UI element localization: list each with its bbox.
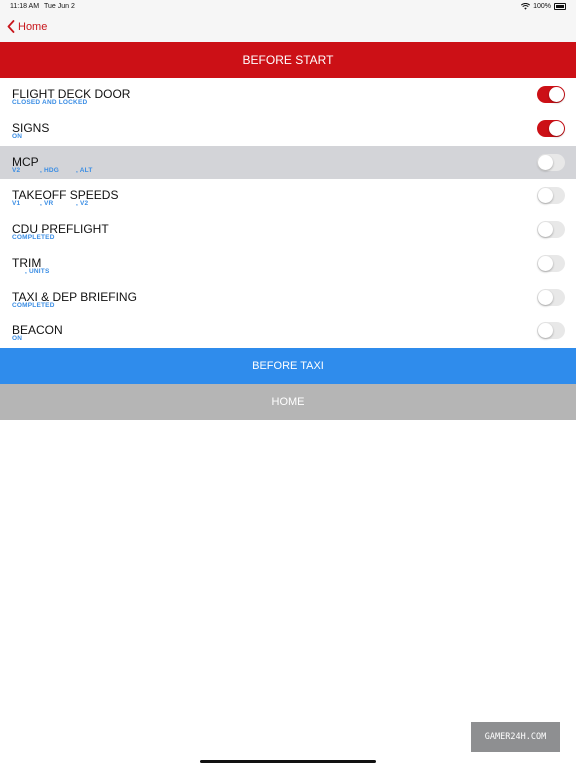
checklist-item-value: CLOSED AND LOCKED [12, 99, 88, 106]
checklist-toggle[interactable] [537, 153, 565, 171]
checklist-item-value: COMPLETED [12, 234, 55, 241]
checklist-item-value: V2 [12, 166, 21, 174]
toggle-knob [538, 289, 553, 305]
wifi-icon [521, 3, 531, 10]
status-date: Tue Jun 2 [44, 3, 75, 10]
checklist-toggle[interactable] [537, 288, 565, 306]
chevron-left-icon [7, 20, 15, 33]
checklist-toggle[interactable] [537, 187, 565, 205]
back-button[interactable]: Home [7, 20, 47, 33]
checklist-row[interactable]: TAXI & DEP BRIEFING COMPLETED [0, 281, 576, 314]
toggle-knob [538, 222, 553, 237]
navigation-bar: Home [0, 14, 576, 42]
checklist-row[interactable]: CDU PREFLIGHT COMPLETED [0, 213, 576, 246]
toggle-knob [538, 188, 553, 204]
checklist-row[interactable]: TRIM, UNITS [0, 247, 576, 280]
checklist-item-value: , UNITS [25, 267, 50, 275]
watermark-text: GAMER24H.COM [484, 732, 547, 742]
checklist-row[interactable]: SIGNS ON [0, 112, 576, 145]
checklist-item-value: , VR [40, 200, 54, 208]
checklist-item-value: , HDG [40, 166, 60, 174]
status-right: 100% [521, 3, 566, 10]
watermark: GAMER24H.COM [471, 722, 560, 752]
checklist-row[interactable]: TAKEOFF SPEEDS V1 , VR , V2 [0, 179, 576, 212]
home-button[interactable]: HOME [0, 384, 576, 420]
section-title: BEFORE START [242, 53, 334, 67]
checklist-item-value: ON [12, 335, 23, 343]
toggle-knob [538, 323, 553, 339]
battery-percent: 100% [533, 3, 551, 10]
checklist-toggle[interactable] [537, 119, 565, 137]
back-label: Home [18, 20, 48, 33]
status-time: 11:18 AM [10, 3, 40, 10]
home-label: HOME [271, 396, 305, 408]
checklist-item-value: ON [12, 132, 23, 140]
checklist-item-value: COMPLETED [12, 301, 55, 309]
checklist-toggle[interactable] [537, 322, 565, 340]
checklist-item-value: , V2 [76, 200, 89, 208]
status-bar: 11:18 AM Tue Jun 2 100% [0, 0, 576, 14]
before-taxi-label: BEFORE TAXI [252, 360, 324, 372]
checklist-item-value: , ALT [76, 166, 93, 174]
before-taxi-button[interactable]: BEFORE TAXI [0, 348, 576, 384]
checklist-item-title: TAKEOFF SPEEDS [12, 188, 119, 203]
checklist-toggle[interactable] [537, 86, 565, 103]
section-header: BEFORE START [0, 42, 576, 78]
checklist-row[interactable]: MCP V2, HDG, ALT [0, 145, 576, 179]
checklist-toggle[interactable] [537, 254, 565, 272]
toggle-knob [538, 255, 553, 271]
checklist-row[interactable]: BEACON ON [0, 314, 576, 347]
checklist-toggle[interactable] [537, 221, 565, 238]
toggle-knob [538, 154, 553, 170]
toggle-knob [549, 87, 564, 102]
battery-icon [554, 3, 566, 10]
home-indicator[interactable] [200, 760, 376, 763]
toggle-knob [549, 120, 564, 136]
checklist-row[interactable]: FLIGHT DECK DOOR CLOSED AND LOCKED [0, 78, 576, 111]
checklist-item-value: V1 [12, 200, 21, 208]
